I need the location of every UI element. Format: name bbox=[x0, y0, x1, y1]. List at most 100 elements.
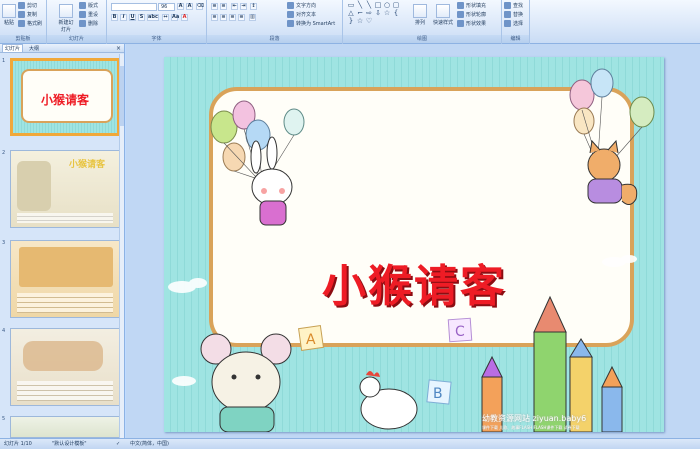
reset-button[interactable]: 重设 bbox=[79, 11, 98, 18]
text-direction-button[interactable]: 文字方向 bbox=[287, 2, 316, 9]
slide-thumbnail-image[interactable]: 小猴请客 bbox=[10, 150, 120, 228]
brush-icon bbox=[18, 20, 25, 27]
delete-slide-button[interactable]: 删除 bbox=[79, 20, 98, 27]
clear-format-button[interactable]: ⌫ bbox=[196, 3, 204, 10]
drawing-group-label: 绘图 bbox=[343, 35, 501, 43]
binoculars-icon bbox=[504, 2, 511, 9]
strikethrough-button[interactable]: abc bbox=[147, 14, 159, 21]
svg-text:B: B bbox=[433, 386, 443, 402]
increase-indent-button[interactable]: ⇥ bbox=[240, 3, 247, 10]
editing-group: 查找 替换 选择 编辑 bbox=[502, 0, 530, 44]
triangle-shape-icon[interactable]: △ bbox=[347, 10, 355, 17]
thumbnail-title: 小猴请客 bbox=[69, 160, 106, 170]
brace-shape-icon[interactable]: } bbox=[347, 18, 355, 25]
tab-slides[interactable]: 幻灯片 bbox=[2, 44, 24, 52]
rounded-rect-shape-icon[interactable]: ▢ bbox=[392, 2, 400, 9]
svg-text:A: A bbox=[306, 332, 316, 348]
star-shape-icon[interactable]: ☆ bbox=[383, 10, 391, 17]
font-color-button[interactable]: A bbox=[181, 14, 188, 21]
justify-button[interactable]: ≡ bbox=[238, 14, 245, 21]
slides-panel-scrollbar[interactable] bbox=[119, 54, 124, 438]
slide-thumbnail-image[interactable] bbox=[10, 240, 120, 318]
align-left-button[interactable]: ≡ bbox=[211, 14, 218, 21]
quick-styles-icon bbox=[436, 4, 450, 18]
bracket-shape-icon[interactable]: { bbox=[392, 10, 400, 17]
shadow-button[interactable]: S bbox=[138, 14, 145, 21]
oval-shape-icon[interactable]: ○ bbox=[383, 2, 391, 9]
slide-number: 4 bbox=[2, 328, 6, 334]
cat-icon bbox=[587, 139, 638, 205]
layout-button[interactable]: 版式 bbox=[79, 2, 98, 9]
scrollbar-thumb[interactable] bbox=[120, 66, 124, 126]
replace-button[interactable]: 替换 bbox=[504, 11, 523, 18]
format-painter-button[interactable]: 格式刷 bbox=[18, 20, 42, 27]
slide-count-status: 幻灯片 1/10 bbox=[4, 441, 32, 447]
spellcheck-icon[interactable]: ✓ bbox=[116, 439, 120, 449]
font-group: 96 A A ⌫ B I U S abc ↔ Aa A 字体 bbox=[107, 0, 207, 44]
rectangle-shape-icon[interactable]: ▭ bbox=[347, 2, 355, 9]
reset-icon bbox=[79, 11, 86, 18]
pen-icon bbox=[457, 11, 464, 18]
slide-thumbnail-image[interactable] bbox=[10, 416, 120, 438]
select-button[interactable]: 选择 bbox=[504, 20, 523, 27]
shrink-font-button[interactable]: A bbox=[186, 3, 193, 10]
slide-title[interactable]: 小猴请客 bbox=[164, 250, 664, 314]
grow-font-button[interactable]: A bbox=[177, 3, 184, 10]
decrease-indent-button[interactable]: ⇤ bbox=[231, 3, 238, 10]
tab-outline[interactable]: 大纲 bbox=[27, 45, 41, 52]
font-size-combo[interactable]: 96 bbox=[158, 3, 175, 11]
drawing-group: ▭ ╲ ╲ □ ○ ▢ △ ⌐ ⇨ ⇩ ☆ { } ☆ ♡ 排列 快速样式 形状… bbox=[343, 0, 502, 44]
slide-number: 5 bbox=[2, 416, 6, 422]
align-text-button[interactable]: 对齐文本 bbox=[287, 11, 316, 18]
slide-thumbnail-image[interactable] bbox=[10, 328, 120, 406]
convert-smartart-button[interactable]: 转换为 SmartArt bbox=[287, 20, 335, 27]
language-status[interactable]: 中文(简体，中国) bbox=[130, 439, 169, 449]
paint-bucket-icon bbox=[457, 2, 464, 9]
numbering-button[interactable]: ≡ bbox=[220, 3, 227, 10]
shape-fill-button[interactable]: 形状填充 bbox=[457, 2, 486, 9]
change-case-button[interactable]: Aa bbox=[171, 14, 179, 21]
bold-button[interactable]: B bbox=[111, 14, 118, 21]
paste-button[interactable]: 粘贴 bbox=[2, 4, 16, 26]
rectangle-shape-icon[interactable]: □ bbox=[374, 2, 382, 9]
slides-panel: 幻灯片 大纲 × 1 小猴请客 2 小猴请客 3 4 5 bbox=[0, 44, 125, 438]
arrange-button[interactable]: 排列 bbox=[411, 4, 429, 26]
align-right-button[interactable]: ≡ bbox=[229, 14, 236, 21]
columns-button[interactable]: ▥ bbox=[249, 14, 256, 21]
char-spacing-button[interactable]: ↔ bbox=[162, 14, 169, 21]
font-name-combo[interactable] bbox=[111, 3, 157, 11]
cut-button[interactable]: 剪切 bbox=[18, 2, 37, 9]
bullets-button[interactable]: ≡ bbox=[211, 3, 218, 10]
rabbit-icon bbox=[250, 136, 293, 226]
status-bar: 幻灯片 1/10 "默认设计模板" ✓ 中文(简体，中国) bbox=[0, 438, 700, 449]
replace-icon bbox=[504, 11, 511, 18]
slide-number: 2 bbox=[2, 150, 6, 156]
underline-button[interactable]: U bbox=[129, 14, 136, 21]
font-group-label: 字体 bbox=[107, 35, 206, 43]
slides-group: 新建幻灯片 版式 重设 删除 幻灯片 bbox=[47, 0, 107, 44]
theme-status[interactable]: "默认设计模板" bbox=[52, 439, 87, 449]
text-direction-icon bbox=[287, 2, 294, 9]
quick-styles-button[interactable]: 快速样式 bbox=[431, 4, 455, 26]
corner-shape-icon[interactable]: ⌐ bbox=[356, 10, 364, 17]
heart-shape-icon[interactable]: ♡ bbox=[365, 18, 373, 25]
close-icon[interactable]: × bbox=[116, 45, 121, 52]
italic-button[interactable]: I bbox=[120, 14, 127, 21]
slide-thumbnail-image[interactable]: 小猴请客 bbox=[10, 58, 120, 136]
new-slide-button[interactable]: 新建幻灯片 bbox=[57, 4, 75, 33]
slide-canvas[interactable]: A B C 小猴请客 幼教资源网站 ziyuan.baby6 课件下载 儿歌、故… bbox=[164, 57, 664, 432]
arrow-shape-icon[interactable]: ⇨ bbox=[365, 10, 373, 17]
copy-button[interactable]: 复制 bbox=[18, 11, 37, 18]
chicken-icon bbox=[359, 371, 418, 430]
arrange-icon bbox=[413, 4, 427, 18]
align-center-button[interactable]: ≡ bbox=[220, 14, 227, 21]
shape-effects-button[interactable]: 形状效果 bbox=[457, 20, 486, 27]
shape-outline-button[interactable]: 形状轮廓 bbox=[457, 11, 486, 18]
arrow-shape-icon[interactable]: ⇩ bbox=[374, 10, 382, 17]
line-shape-icon[interactable]: ╲ bbox=[356, 2, 364, 9]
line-shape-icon[interactable]: ╲ bbox=[365, 2, 373, 9]
find-button[interactable]: 查找 bbox=[504, 2, 523, 9]
cursor-icon bbox=[504, 20, 511, 27]
star-shape-icon[interactable]: ☆ bbox=[356, 18, 364, 25]
line-spacing-button[interactable]: ↕ bbox=[250, 3, 257, 10]
